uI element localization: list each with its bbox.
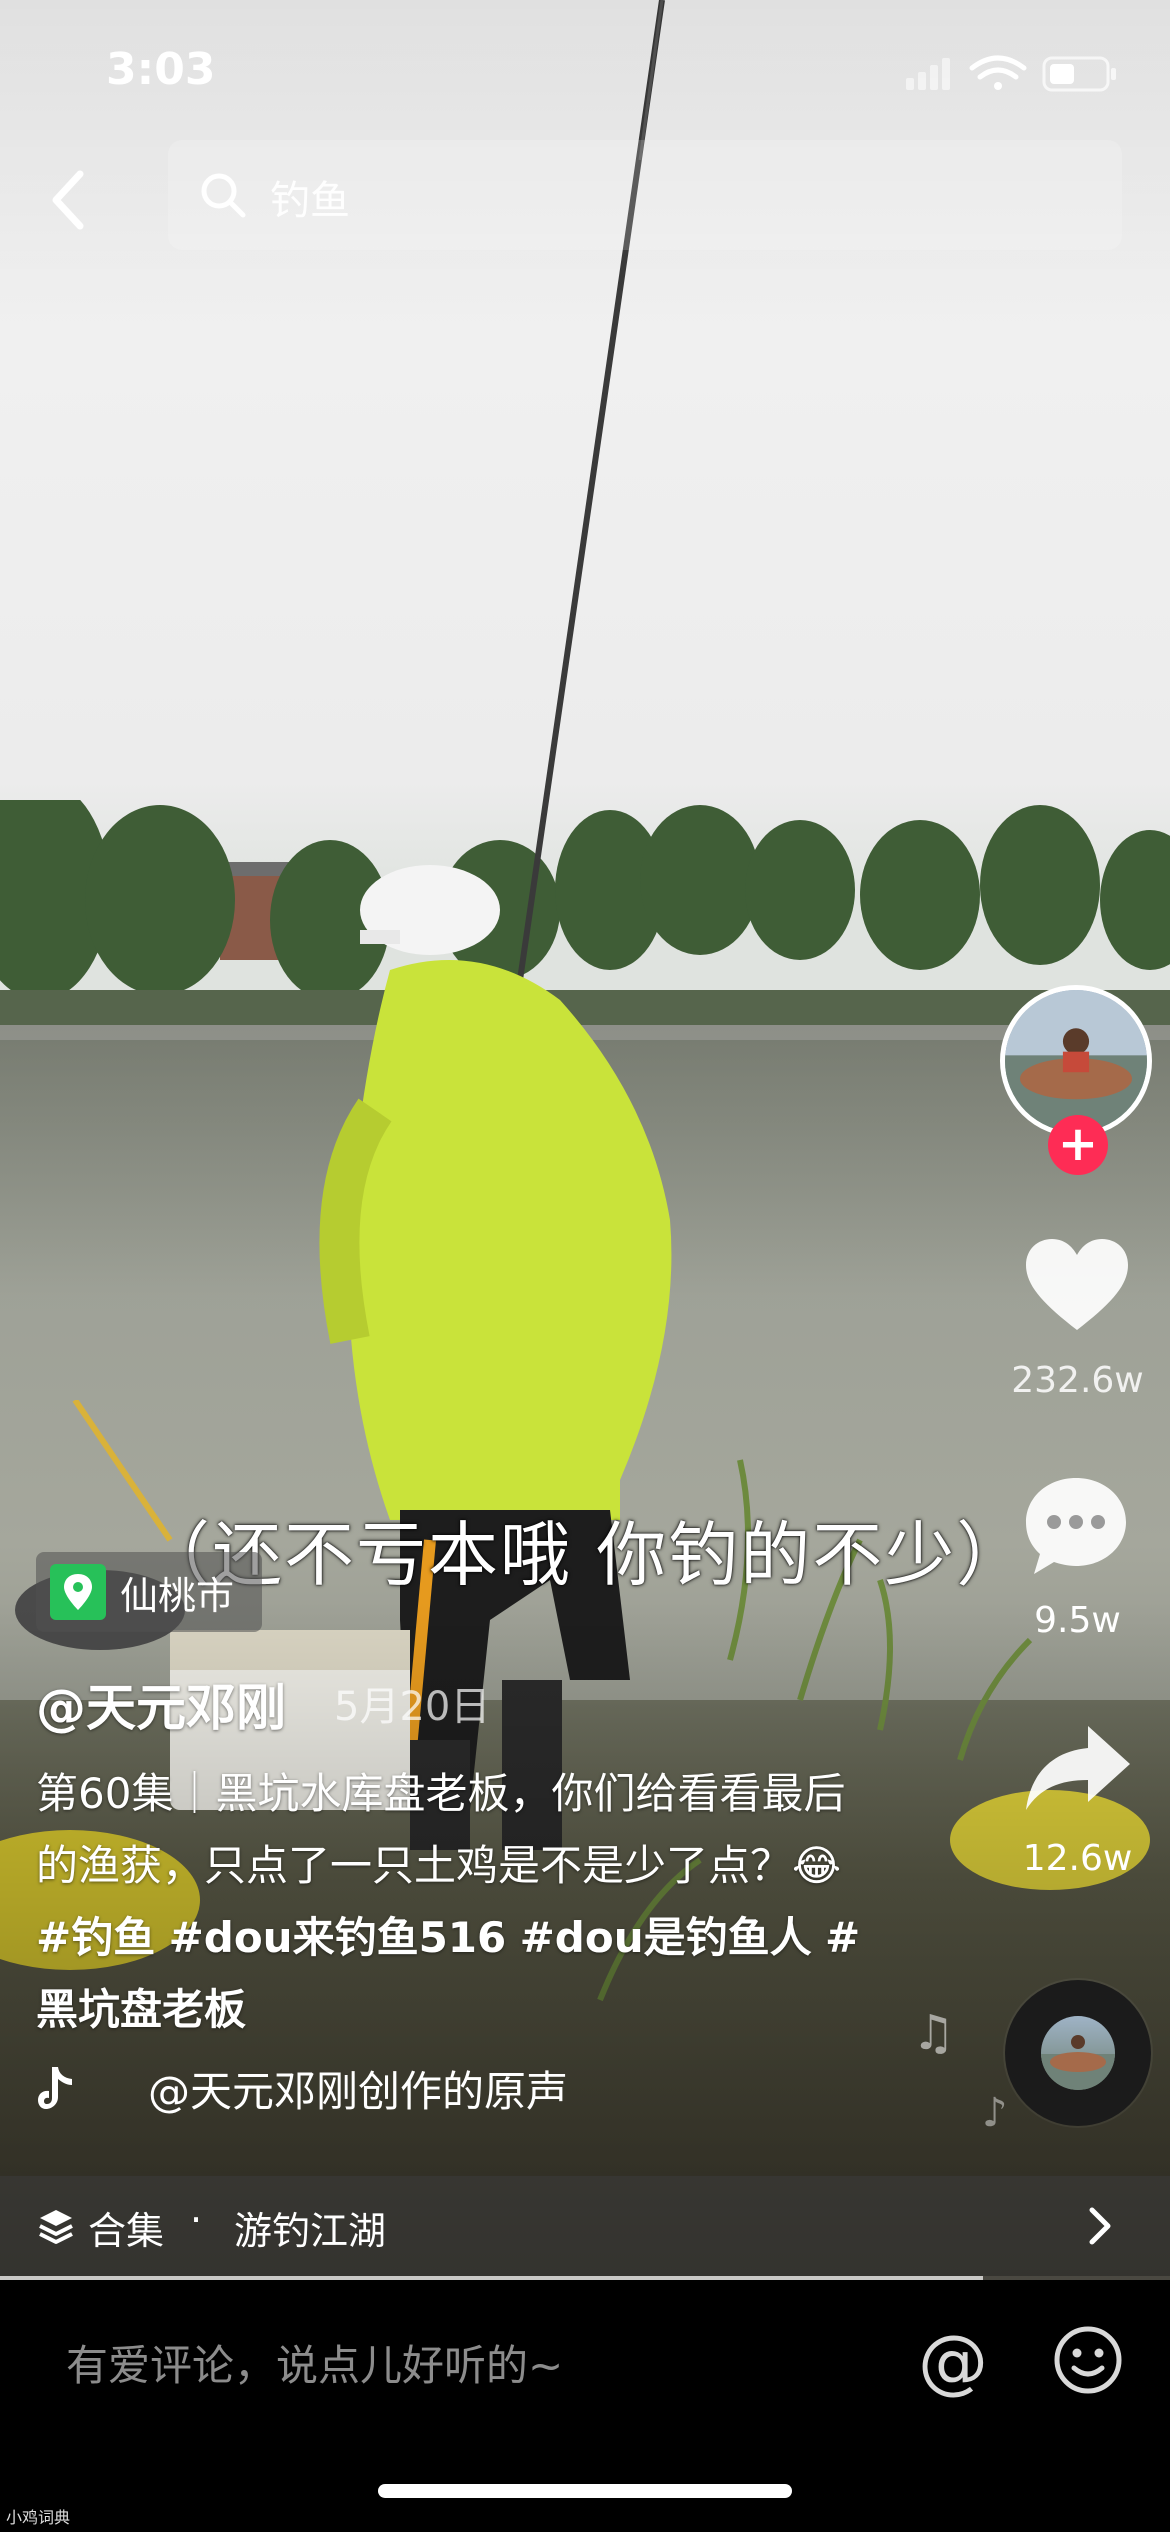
comment-count: 9.5w	[1034, 1600, 1121, 1641]
mention-icon[interactable]: @	[916, 2324, 990, 2398]
follow-button[interactable]: +	[1048, 1115, 1108, 1175]
video-screen: 3:03 钓鱼 + 232.6w 9.5w 12.6w ♫ ♪ （还不亏本哦 你…	[0, 0, 1170, 2532]
search-bar[interactable]: 钓鱼	[168, 140, 1122, 250]
music-cover	[1041, 2016, 1115, 2090]
comment-input[interactable]: 有爱评论，说点儿好听的~	[66, 2332, 563, 2393]
location-tag[interactable]: 仙桃市	[36, 1552, 263, 1632]
avatar-image	[1005, 990, 1147, 1132]
search-icon	[201, 173, 246, 218]
comment-bar: 有爱评论，说点儿好听的~ @	[0, 2280, 1170, 2532]
watermark: 小鸡词典	[6, 2508, 71, 2527]
music-note-icon: ♪	[982, 2090, 1008, 2136]
heart-icon[interactable]	[1022, 1235, 1132, 1335]
tiktok-icon	[38, 2067, 72, 2109]
hashtag[interactable]: #dou是钓鱼人	[520, 1913, 812, 1962]
location-name: 仙桃市	[120, 1573, 235, 1618]
video-subtitle: （还不亏本哦 你钓的不少）	[140, 1514, 1029, 1596]
chevron-right-icon	[1089, 2207, 1111, 2245]
back-icon[interactable]	[40, 160, 100, 240]
author-name[interactable]: @天元邓刚	[36, 1668, 286, 1740]
search-query: 钓鱼	[270, 178, 350, 224]
post-date: 5月20日	[334, 1684, 491, 1730]
wifi-icon	[969, 55, 1027, 90]
music-disc[interactable]	[1005, 1980, 1151, 2126]
share-count: 12.6w	[1022, 1838, 1133, 1879]
hashtag[interactable]: #钓鱼	[36, 1913, 155, 1962]
stack-icon	[39, 2210, 73, 2244]
home-indicator[interactable]	[378, 2484, 792, 2498]
collection-label: 合集	[88, 2209, 165, 2253]
status-icons	[906, 55, 1116, 92]
battery-icon	[1042, 56, 1116, 92]
collection-separator: ·	[190, 2198, 203, 2242]
collection-bar[interactable]: 合集 · 游钓江湖	[0, 2176, 1170, 2276]
music-note-icon: ♫	[912, 2005, 956, 2061]
share-icon[interactable]	[1022, 1720, 1134, 1816]
location-pin-icon	[50, 1564, 106, 1620]
emoji-icon[interactable]	[1052, 2324, 1124, 2396]
status-time: 3:03	[106, 44, 216, 95]
music-row[interactable]: @天元邓刚创作的原声	[36, 2058, 568, 2118]
like-count: 232.6w	[1011, 1360, 1144, 1401]
video-description: 第60集｜黑坑水库盘老板，你们给看看最后的渔获，只点了一只土鸡是不是少了点？😂 #…	[36, 1758, 866, 2046]
hashtag[interactable]: #dou来钓鱼516	[169, 1913, 507, 1962]
collection-name: 游钓江湖	[234, 2209, 387, 2253]
description-text: 第60集｜黑坑水库盘老板，你们给看看最后的渔获，只点了一只土鸡是不是少了点？😂	[36, 1769, 846, 1890]
music-title: @天元邓刚创作的原声	[148, 2066, 569, 2116]
signal-icon	[906, 58, 950, 90]
